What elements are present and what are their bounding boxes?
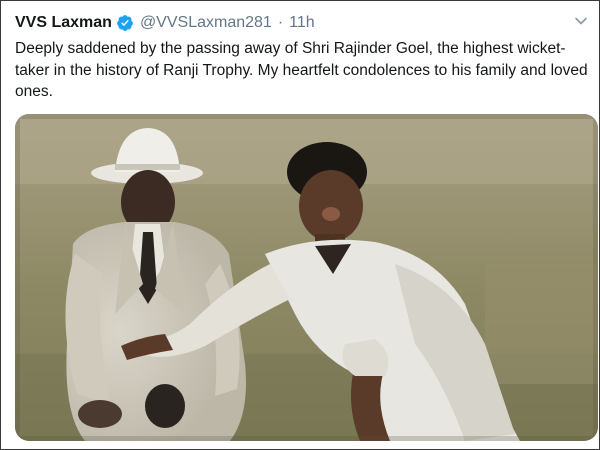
tweet-photo[interactable] — [15, 114, 598, 441]
chevron-down-icon[interactable] — [573, 13, 589, 29]
meta-separator: · — [277, 14, 284, 31]
author-name[interactable]: VVS Laxman — [15, 14, 112, 32]
tweet-timestamp[interactable]: 11h — [289, 14, 315, 32]
tweet-body: Deeply saddened by the passing away of S… — [15, 40, 588, 100]
author-handle[interactable]: @VVSLaxman281 — [140, 14, 272, 32]
photo-umpire-and-bowler — [15, 114, 598, 441]
tweet-card[interactable]: VVS Laxman @VVSLaxman281 · 11h Deeply sa… — [0, 0, 600, 450]
verified-badge-icon — [116, 14, 134, 32]
tweet-header: VVS Laxman @VVSLaxman281 · 11h — [15, 12, 315, 34]
